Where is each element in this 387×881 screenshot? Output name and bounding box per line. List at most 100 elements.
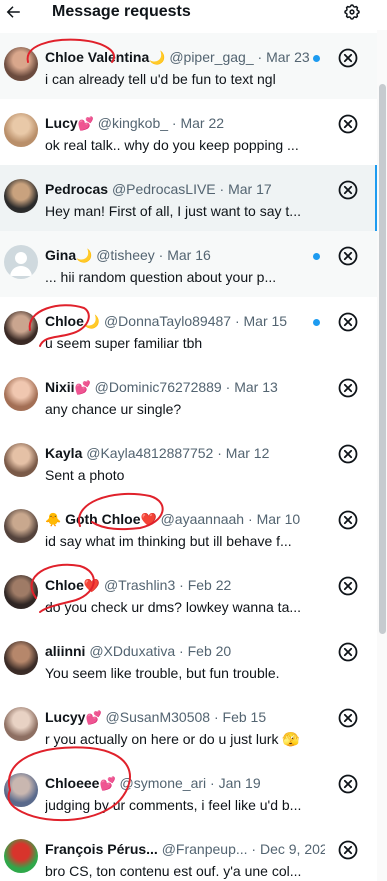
message-request-list: Chloe Valentina🌙 @piper_gag_ · Mar 23 i c…: [0, 33, 377, 881]
default-avatar-icon: [10, 252, 32, 276]
message-request-row[interactable]: Gina🌙 @tisheey · Mar 16 ... hii random qu…: [0, 231, 377, 297]
separator-dot: ·: [213, 445, 226, 461]
separator-dot: ·: [244, 511, 257, 527]
dismiss-request-button[interactable]: [337, 113, 359, 135]
sender-line: François Pérus... @Franpeup... · Dec 9, …: [45, 840, 325, 858]
close-circle-icon: [338, 444, 358, 464]
request-date: Mar 17: [228, 181, 272, 197]
message-preview: i can already tell u'd be fun to text ng…: [45, 71, 276, 87]
dismiss-request-button[interactable]: [337, 773, 359, 795]
separator-dot: ·: [210, 709, 223, 725]
sender-name: Pedrocas: [45, 181, 109, 197]
separator-dot: ·: [221, 379, 235, 395]
message-request-row[interactable]: Chloe Valentina🌙 @piper_gag_ · Mar 23 i c…: [0, 33, 377, 99]
dismiss-request-button[interactable]: [337, 707, 359, 729]
sender-name: Chloe: [45, 577, 84, 593]
avatar[interactable]: [4, 377, 38, 411]
header-bar: Message requests: [0, 0, 387, 30]
message-request-row[interactable]: François Pérus... @Franpeup... · Dec 9, …: [0, 825, 377, 881]
settings-button[interactable]: [342, 2, 362, 22]
dismiss-request-button[interactable]: [337, 245, 359, 267]
message-request-row[interactable]: Nixii💕 @Dominic76272889 · Mar 13 any chan…: [0, 363, 377, 429]
sender-line: Chloe🌙 @DonnaTaylo89487 · Mar 15: [45, 312, 325, 331]
dismiss-request-button[interactable]: [337, 179, 359, 201]
message-request-row[interactable]: aliinni @XDduxativa · Feb 20 You seem lik…: [0, 627, 377, 693]
avatar[interactable]: [4, 575, 38, 609]
dismiss-request-button[interactable]: [337, 47, 359, 69]
message-request-row[interactable]: 🐥 Goth Chloe❤️ @ayaannaah · Mar 10 id say…: [0, 495, 377, 561]
avatar[interactable]: [4, 245, 38, 279]
message-request-row[interactable]: Chloeee💕 @symone_ari · Jan 19 judging by …: [0, 759, 377, 825]
message-request-row[interactable]: Lucy💕 @kingkob_ · Mar 22 ok real talk.. w…: [0, 99, 377, 165]
sender-name: Lucyy: [45, 709, 86, 725]
sender-handle: @tisheey: [96, 247, 155, 263]
close-circle-icon: [338, 246, 358, 266]
close-circle-icon: [338, 708, 358, 728]
avatar[interactable]: [4, 179, 38, 213]
sender-handle: @Franpeup...: [161, 841, 248, 857]
separator-dot: ·: [206, 775, 219, 791]
dismiss-request-button[interactable]: [337, 377, 359, 399]
avatar[interactable]: [4, 773, 38, 807]
close-circle-icon: [338, 576, 358, 596]
dismiss-request-button[interactable]: [337, 443, 359, 465]
close-circle-icon: [338, 840, 358, 860]
sender-handle: @PedrocasLIVE: [111, 181, 216, 197]
gear-icon: [344, 4, 360, 20]
separator-dot: ·: [168, 115, 181, 131]
sender-line: Kayla @Kayla4812887752 · Mar 12: [45, 444, 325, 462]
dismiss-request-button[interactable]: [337, 311, 359, 333]
scrollbar-thumb[interactable]: [379, 84, 386, 634]
dismiss-request-button[interactable]: [337, 641, 359, 663]
avatar[interactable]: [4, 47, 38, 81]
message-preview: any chance ur single?: [45, 401, 182, 417]
sender-line: Chloe❤️ @Trashlin3 · Feb 22: [45, 576, 325, 595]
message-preview: judging by ur comments, i feel like u'd …: [45, 797, 302, 813]
dismiss-request-button[interactable]: [337, 839, 359, 861]
dismiss-request-button[interactable]: [337, 575, 359, 597]
sender-handle: @DonnaTaylo89487: [103, 313, 232, 329]
avatar[interactable]: [4, 707, 38, 741]
message-request-row[interactable]: Lucyy💕 @SusanM30508 · Feb 15 r you actual…: [0, 693, 377, 759]
avatar[interactable]: [4, 443, 38, 477]
sender-name: Nixii: [45, 379, 75, 395]
message-preview: You seem like trouble, but fun trouble.: [45, 665, 280, 681]
sender-name: Chloeee: [45, 775, 100, 791]
request-date: Feb 15: [222, 709, 267, 725]
sender-name: Kayla: [45, 445, 83, 461]
avatar[interactable]: [4, 641, 38, 675]
message-request-row[interactable]: Pedrocas @PedrocasLIVE · Mar 17 Hey man! …: [0, 165, 377, 231]
message-preview: bro CS, ton contenu est ouf. y'a une col…: [45, 863, 302, 879]
message-request-row[interactable]: Chloe🌙 @DonnaTaylo89487 · Mar 15 u seem s…: [0, 297, 377, 363]
sender-name: Chloe: [45, 313, 84, 329]
name-emoji-icon: ❤️: [140, 512, 157, 527]
separator-dot: ·: [253, 49, 267, 65]
avatar[interactable]: [4, 839, 38, 873]
avatar[interactable]: [4, 509, 38, 543]
sender-line: Lucyy💕 @SusanM30508 · Feb 15: [45, 708, 325, 727]
name-emoji-icon: ❤️: [83, 578, 101, 593]
name-emoji-icon: 💕: [77, 116, 94, 131]
sender-name: Lucy: [45, 115, 78, 131]
unread-indicator: [313, 319, 320, 326]
close-circle-icon: [338, 642, 358, 662]
message-preview: id say what im thinking but ill behave f…: [45, 533, 292, 549]
close-circle-icon: [338, 510, 358, 530]
message-preview: ok real talk.. why do you keep popping .…: [45, 137, 299, 153]
sender-name: Goth Chloe: [65, 511, 141, 527]
request-date: Dec 9, 2025: [259, 841, 325, 857]
sender-line: Pedrocas @PedrocasLIVE · Mar 17: [45, 180, 323, 198]
dismiss-request-button[interactable]: [337, 509, 359, 531]
avatar[interactable]: [4, 113, 38, 147]
request-date: Jan 19: [218, 775, 261, 791]
back-button[interactable]: [2, 1, 24, 23]
sender-name: Gina: [45, 247, 77, 263]
close-circle-icon: [338, 114, 358, 134]
message-preview: Sent a photo: [45, 467, 125, 483]
request-date: Mar 22: [180, 115, 225, 131]
message-request-row[interactable]: Kayla @Kayla4812887752 · Mar 12 Sent a ph…: [0, 429, 377, 495]
avatar[interactable]: [4, 311, 38, 345]
sender-line: Lucy💕 @kingkob_ · Mar 22: [45, 114, 325, 133]
message-request-row[interactable]: Chloe❤️ @Trashlin3 · Feb 22 do you check …: [0, 561, 377, 627]
close-circle-icon: [338, 378, 358, 398]
